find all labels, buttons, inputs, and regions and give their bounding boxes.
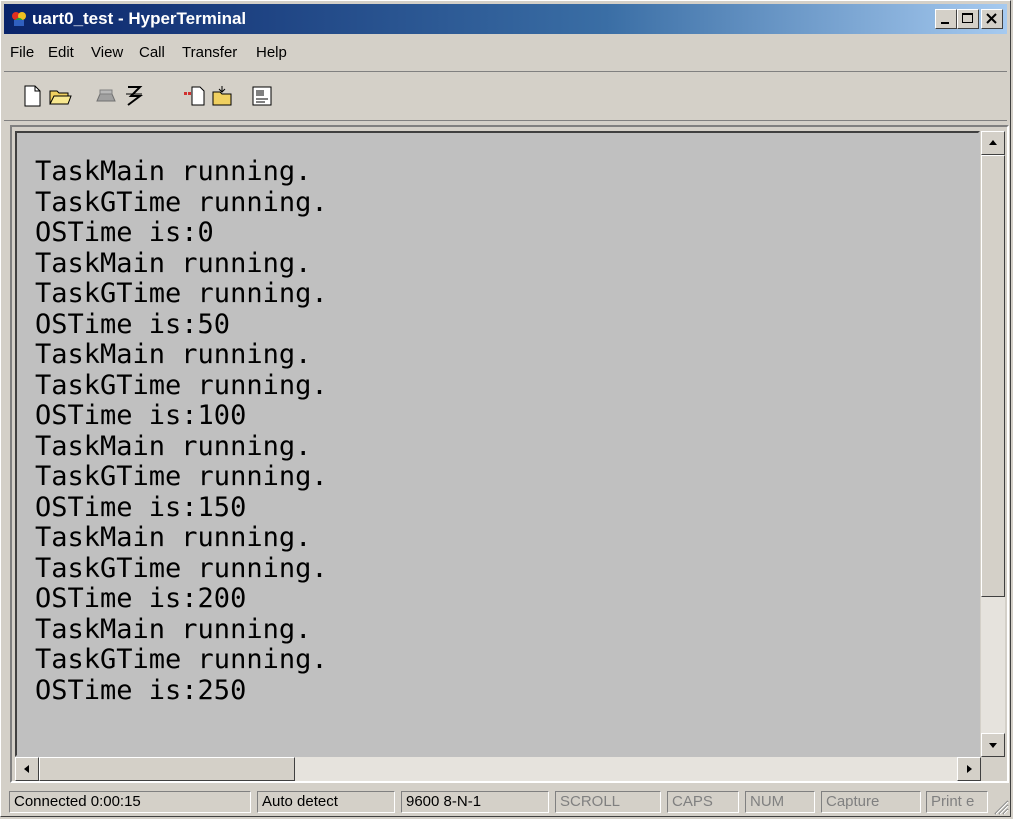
terminal-line: TaskGTime running. [35, 369, 328, 401]
maximize-button[interactable] [957, 9, 979, 29]
dial-icon [126, 86, 143, 106]
arrow-left-icon [24, 765, 29, 773]
minimize-icon [941, 22, 949, 24]
terminal-line: OSTime is:150 [35, 491, 247, 523]
terminal-line: OSTime is:0 [35, 217, 214, 248]
menu-bar: File Edit View Call Transfer Help [4, 37, 1007, 67]
scroll-down-button[interactable] [981, 733, 1005, 757]
receive-button[interactable] [208, 82, 236, 110]
terminal-line: OSTime is:250 [35, 674, 247, 706]
arrow-up-icon [989, 140, 997, 145]
open-icon [49, 90, 72, 105]
title-bar[interactable]: uart0_test - HyperTerminal [4, 4, 1007, 34]
status-capture: Capture [821, 791, 921, 813]
terminal-line: OSTime is:200 [35, 583, 247, 614]
properties-icon [252, 86, 272, 106]
scroll-left-button[interactable] [15, 757, 39, 781]
disconnect-icon [96, 89, 116, 102]
vertical-scrollbar[interactable] [981, 131, 1005, 757]
resize-grip-icon[interactable] [991, 797, 1009, 815]
hyperterminal-icon[interactable] [10, 10, 28, 28]
hyperterminal-window: uart0_test - HyperTerminal File Edit Vie… [0, 0, 1011, 817]
toolbar [4, 71, 1007, 121]
terminal-line: TaskMain running. [35, 613, 312, 645]
terminal-line: TaskGTime running. [35, 186, 328, 218]
menu-view[interactable]: View [91, 44, 123, 61]
terminal-line: TaskMain running. [35, 247, 312, 279]
properties-button[interactable] [248, 82, 276, 110]
disconnect-button[interactable] [92, 82, 120, 110]
horizontal-scroll-thumb[interactable] [39, 757, 295, 781]
terminal-line: TaskMain running. [35, 156, 312, 187]
window-title: uart0_test - HyperTerminal [32, 9, 247, 28]
dial-button[interactable] [120, 82, 148, 110]
scroll-right-button[interactable] [957, 757, 981, 781]
receive-icon [212, 86, 232, 106]
menu-call[interactable]: Call [139, 44, 165, 61]
status-scroll: SCROLL [555, 791, 661, 813]
status-bar: Connected 0:00:15 Auto detect 9600 8-N-1… [4, 789, 1009, 815]
status-num: NUM [745, 791, 815, 813]
new-icon [24, 85, 41, 107]
terminal-output: TaskMain running. TaskGTime running. OST… [35, 156, 328, 706]
terminal-line: TaskGTime running. [35, 278, 328, 309]
minimize-button[interactable] [935, 9, 957, 29]
vertical-scroll-thumb[interactable] [981, 155, 1005, 597]
new-connection-button[interactable] [18, 82, 46, 110]
scroll-up-button[interactable] [981, 131, 1005, 155]
close-icon [986, 13, 997, 24]
horizontal-scrollbar[interactable] [15, 757, 981, 781]
terminal-line: TaskMain running. [35, 522, 312, 553]
terminal-line: OSTime is:50 [35, 308, 231, 340]
status-caps: CAPS [667, 791, 739, 813]
status-emulation: Auto detect [257, 791, 395, 813]
arrow-down-icon [989, 743, 997, 748]
menu-edit[interactable]: Edit [48, 44, 74, 61]
terminal-line: TaskGTime running. [35, 461, 328, 492]
arrow-right-icon [967, 765, 972, 773]
terminal-line: TaskMain running. [35, 339, 312, 370]
send-button[interactable] [180, 82, 208, 110]
menu-transfer[interactable]: Transfer [182, 44, 237, 61]
status-settings: 9600 8-N-1 [401, 791, 549, 813]
terminal-line: TaskMain running. [35, 430, 312, 462]
status-print-echo: Print e [926, 791, 988, 813]
maximize-icon [962, 13, 973, 23]
send-icon [184, 86, 205, 106]
terminal-line: TaskGTime running. [35, 644, 328, 675]
terminal-screen[interactable]: TaskMain running. TaskGTime running. OST… [15, 131, 980, 757]
status-connection: Connected 0:00:15 [9, 791, 251, 813]
terminal-line: TaskGTime running. [35, 552, 328, 584]
menu-help[interactable]: Help [256, 44, 287, 61]
menu-file[interactable]: File [10, 44, 34, 61]
close-button[interactable] [981, 9, 1003, 29]
open-button[interactable] [46, 82, 74, 110]
terminal-line: OSTime is:100 [35, 400, 247, 431]
